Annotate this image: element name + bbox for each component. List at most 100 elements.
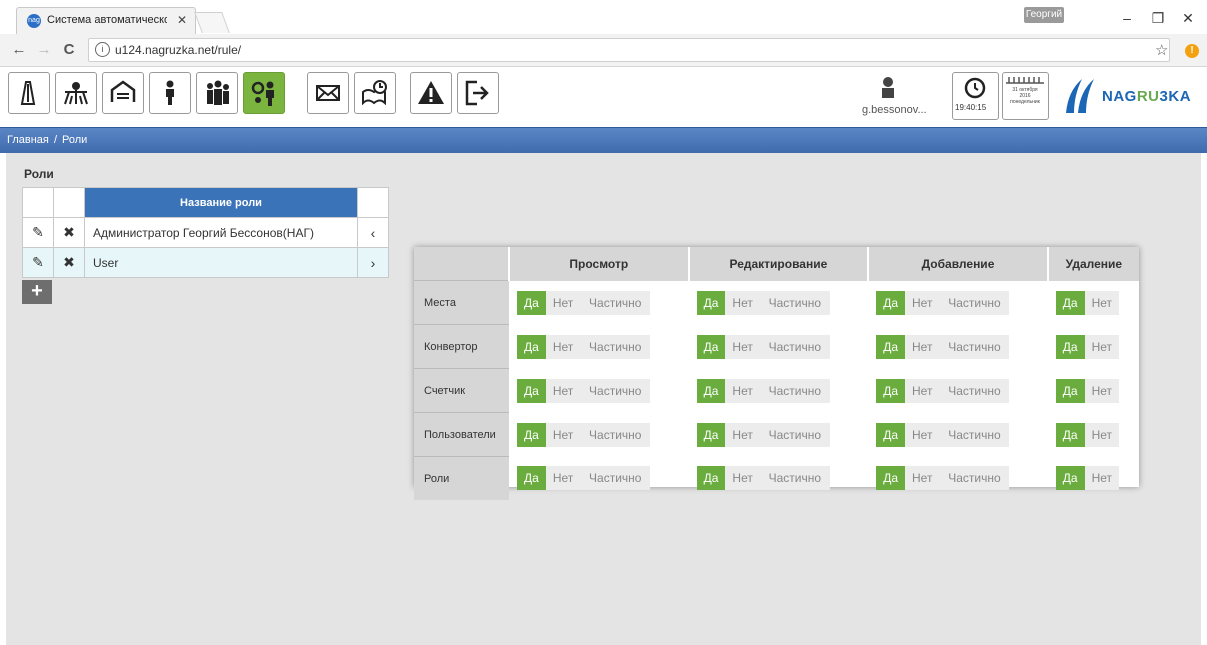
option-no[interactable]: Нет	[725, 422, 760, 447]
option-yes[interactable]: Да	[876, 290, 905, 315]
option-yes[interactable]: Да	[1055, 290, 1085, 315]
option-yes[interactable]: Да	[696, 334, 726, 359]
url-text: u124.nagruzka.net/rule/	[115, 43, 242, 57]
option-partial[interactable]: Частично	[759, 466, 830, 491]
option-no[interactable]: Нет	[545, 334, 581, 359]
minimize-icon[interactable]: –	[1117, 8, 1137, 28]
option-partial[interactable]: Частично	[939, 378, 1010, 403]
collapse-arrow-icon[interactable]: ‹	[357, 217, 389, 248]
option-partial[interactable]: Частично	[759, 378, 830, 403]
extension-icon[interactable]: !	[1185, 44, 1199, 58]
breadcrumb-current: Роли	[62, 134, 88, 146]
option-no[interactable]: Нет	[545, 466, 581, 491]
edit-icon[interactable]: ✎	[22, 217, 54, 248]
option-yes[interactable]: Да	[517, 290, 546, 315]
option-partial[interactable]: Частично	[580, 290, 651, 315]
option-yes[interactable]: Да	[1055, 378, 1085, 403]
window-close-icon[interactable]: ✕	[1178, 8, 1198, 28]
browser-tab[interactable]: nag Система автоматическо ✕	[16, 7, 196, 34]
places-icon[interactable]	[8, 72, 50, 114]
site-info-icon[interactable]: i	[95, 42, 110, 57]
option-yes[interactable]: Да	[1055, 334, 1085, 359]
permission-row: Роли Да Нет Частично Да Нет Частично Да Нет Ча…	[414, 456, 1139, 500]
breadcrumb-home-link[interactable]: Главная	[7, 134, 49, 146]
option-yes[interactable]: Да	[517, 466, 546, 491]
bookmark-star-icon[interactable]: ☆	[1155, 41, 1168, 59]
reload-icon[interactable]: C	[60, 41, 78, 59]
option-no[interactable]: Нет	[905, 334, 940, 359]
add-role-button[interactable]: +	[22, 280, 52, 304]
option-partial[interactable]: Частично	[580, 422, 651, 447]
option-no[interactable]: Нет	[545, 422, 581, 447]
add-options: Да Нет Частично	[868, 281, 1048, 325]
option-no[interactable]: Нет	[1084, 422, 1120, 447]
option-partial[interactable]: Частично	[580, 378, 651, 403]
option-yes[interactable]: Да	[876, 334, 905, 359]
delete-icon[interactable]: ✖	[53, 217, 85, 248]
option-yes[interactable]: Да	[876, 378, 905, 403]
option-yes[interactable]: Да	[876, 422, 905, 447]
option-no[interactable]: Нет	[725, 334, 760, 359]
role-name[interactable]: Администратор Георгий Бессонов(НАГ)	[84, 217, 358, 248]
forward-icon[interactable]: →	[35, 41, 53, 59]
new-tab-button[interactable]	[194, 12, 230, 33]
option-yes[interactable]: Да	[696, 378, 726, 403]
expand-arrow-icon[interactable]: ›	[357, 247, 389, 278]
restore-icon[interactable]: ❐	[1148, 8, 1168, 28]
browser-profile-badge[interactable]: Георгий	[1024, 7, 1064, 23]
option-no[interactable]: Нет	[905, 290, 940, 315]
users-icon[interactable]	[196, 72, 238, 114]
option-no[interactable]: Нет	[905, 466, 940, 491]
table-row[interactable]: ✎ ✖ Администратор Георгий Бессонов(НАГ) …	[22, 217, 389, 248]
logout-icon[interactable]	[457, 72, 499, 114]
table-row[interactable]: ✎ ✖ User ›	[22, 247, 389, 278]
option-partial[interactable]: Частично	[580, 466, 651, 491]
option-yes[interactable]: Да	[696, 422, 726, 447]
option-yes[interactable]: Да	[876, 466, 905, 491]
option-partial[interactable]: Частично	[759, 422, 830, 447]
option-partial[interactable]: Частично	[939, 290, 1010, 315]
current-user[interactable]: g.bessonov...	[862, 76, 932, 121]
option-no[interactable]: Нет	[545, 378, 581, 403]
clock-widget: 19:40:15	[952, 72, 999, 120]
option-yes[interactable]: Да	[517, 378, 546, 403]
option-yes[interactable]: Да	[517, 422, 546, 447]
back-icon[interactable]: ←	[10, 41, 28, 59]
url-field[interactable]: i u124.nagruzka.net/rule/	[88, 38, 1170, 62]
header-blank	[357, 187, 389, 218]
edit-icon[interactable]: ✎	[22, 247, 54, 278]
reports-icon[interactable]	[354, 72, 396, 114]
option-yes[interactable]: Да	[696, 290, 726, 315]
option-yes[interactable]: Да	[517, 334, 546, 359]
delete-icon[interactable]: ✖	[53, 247, 85, 278]
option-no[interactable]: Нет	[725, 378, 760, 403]
option-no[interactable]: Нет	[1084, 290, 1120, 315]
option-no[interactable]: Нет	[1084, 466, 1120, 491]
view-options: Да Нет Частично	[509, 413, 689, 457]
option-partial[interactable]: Частично	[939, 334, 1010, 359]
option-partial[interactable]: Частично	[939, 466, 1010, 491]
option-yes[interactable]: Да	[1055, 466, 1085, 491]
option-partial[interactable]: Частично	[580, 334, 651, 359]
option-no[interactable]: Нет	[905, 422, 940, 447]
tab-close-icon[interactable]: ✕	[177, 13, 187, 27]
option-no[interactable]: Нет	[1084, 334, 1120, 359]
network-icon[interactable]	[55, 72, 97, 114]
option-no[interactable]: Нет	[545, 290, 581, 315]
option-no[interactable]: Нет	[725, 290, 760, 315]
option-yes[interactable]: Да	[696, 466, 726, 491]
option-no[interactable]: Нет	[725, 466, 760, 491]
option-partial[interactable]: Частично	[939, 422, 1010, 447]
delete-options: Да Нет	[1048, 369, 1139, 413]
option-partial[interactable]: Частично	[759, 334, 830, 359]
option-yes[interactable]: Да	[1055, 422, 1085, 447]
mail-icon[interactable]	[307, 72, 349, 114]
role-name[interactable]: User	[84, 247, 358, 278]
converter-icon[interactable]	[102, 72, 144, 114]
option-partial[interactable]: Частично	[759, 290, 830, 315]
option-no[interactable]: Нет	[1084, 378, 1120, 403]
alert-icon[interactable]	[410, 72, 452, 114]
user-icon[interactable]	[149, 72, 191, 114]
roles-icon[interactable]	[243, 72, 285, 114]
option-no[interactable]: Нет	[905, 378, 940, 403]
